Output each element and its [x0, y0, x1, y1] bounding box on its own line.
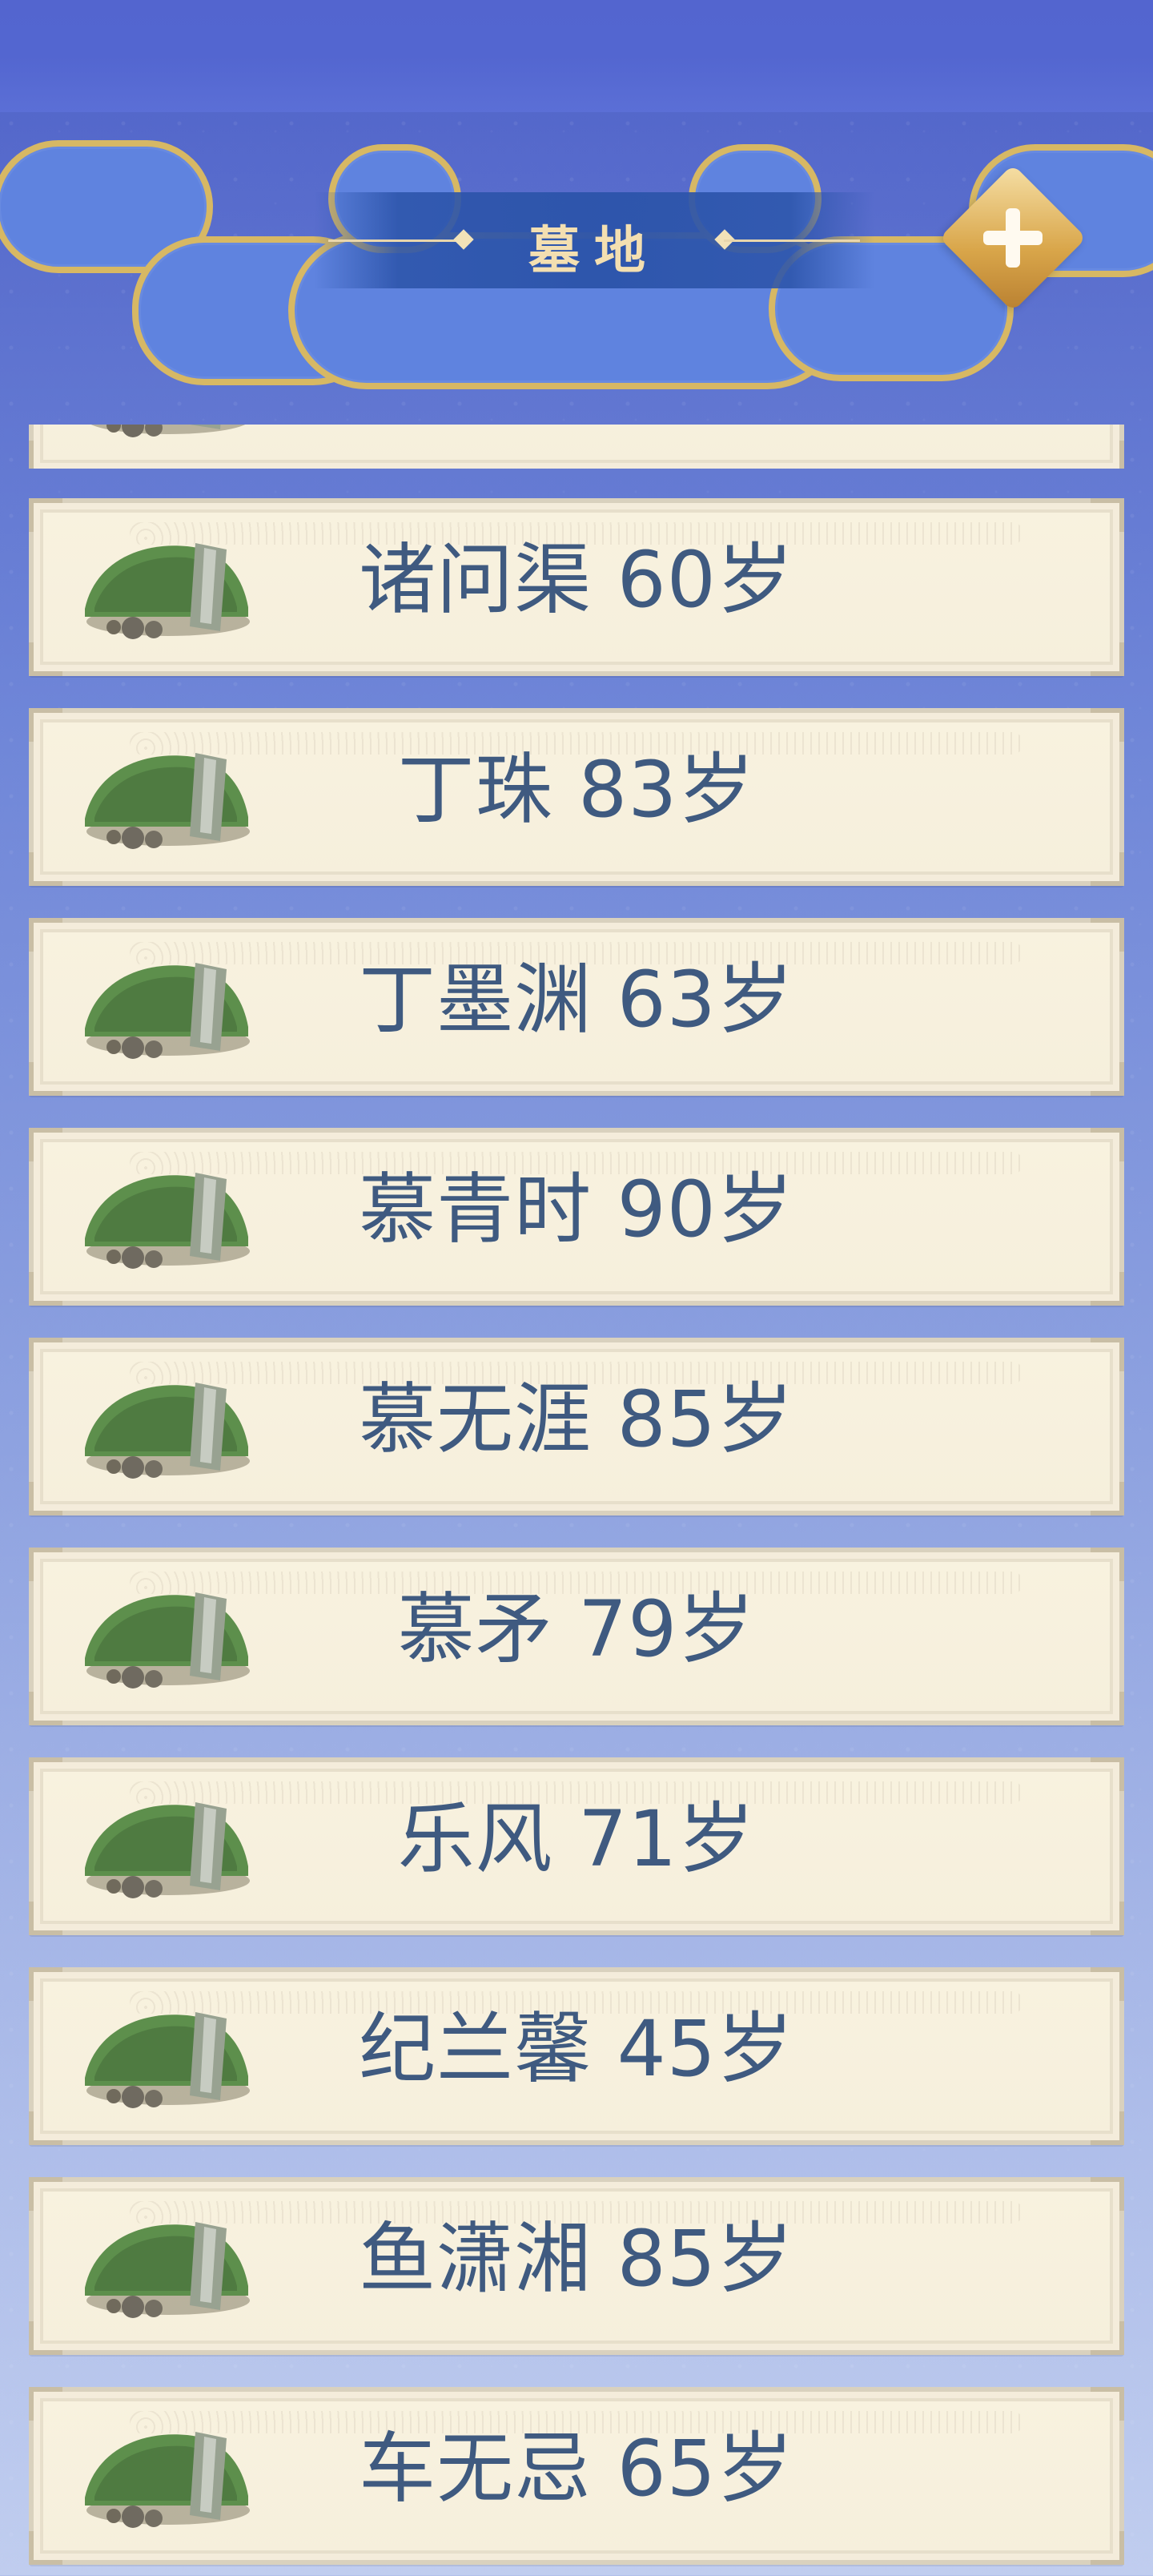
- grave-label: 丁墨渊 63岁: [359, 955, 794, 1044]
- grave-label: 鱼潇湘 85岁: [359, 2214, 794, 2304]
- corner-top-right: [1091, 1338, 1124, 1371]
- corner-bottom-left: [29, 2531, 62, 2565]
- corner-bottom-right: [1091, 852, 1124, 886]
- corner-top-left: [29, 1757, 62, 1791]
- title-line-right: [724, 239, 860, 242]
- corner-top-right: [1091, 498, 1124, 532]
- list-item[interactable]: 纪兰馨 45岁: [29, 1967, 1124, 2145]
- grave-label: 慕矛 79岁: [397, 1584, 756, 1674]
- corner-bottom-left: [29, 1062, 62, 1096]
- corner-bottom-left: [29, 1272, 62, 1306]
- grave-label: 慕青时 90岁: [359, 1165, 794, 1254]
- list-item[interactable]: 鱼潇湘 85岁: [29, 2177, 1124, 2355]
- corner-bottom-left: [29, 2111, 62, 2145]
- list-item[interactable]: 慕青时 90岁: [29, 1128, 1124, 1306]
- list-item[interactable]: 车无忌 65岁: [29, 2387, 1124, 2565]
- list-item[interactable]: 丁珠 83岁: [29, 708, 1124, 886]
- corner-bottom-left: [29, 1692, 62, 1725]
- corner-top-left: [29, 1548, 62, 1581]
- corner-bottom-right: [1091, 642, 1124, 676]
- corner-top-left: [29, 2177, 62, 2211]
- corner-bottom-right: [1091, 2531, 1124, 2565]
- list-item[interactable]: 诸问渠 60岁: [29, 498, 1124, 676]
- corner-bottom-left: [29, 1902, 62, 1935]
- corner-top-right: [1091, 1548, 1124, 1581]
- list-item[interactable]: 丁墨渊 63岁: [29, 918, 1124, 1096]
- corner-bottom-left: [29, 852, 62, 886]
- tomb-icon: [90, 425, 246, 437]
- grave-label: 纪兰馨 45岁: [359, 2004, 794, 2094]
- corner-bottom-left: [29, 1482, 62, 1515]
- corner-bottom-right: [1091, 2321, 1124, 2355]
- corner-bottom-left: [29, 441, 62, 469]
- corner-bottom-left: [29, 642, 62, 676]
- corner-bottom-left: [29, 2321, 62, 2355]
- corner-top-right: [1091, 918, 1124, 952]
- partial-card: [29, 425, 1124, 469]
- list-item[interactable]: 慕无涯 85岁: [29, 1338, 1124, 1515]
- grave-label: 丁珠 83岁: [397, 745, 756, 835]
- corner-top-right: [1091, 2177, 1124, 2211]
- corner-top-left: [29, 1128, 62, 1161]
- corner-top-left: [29, 498, 62, 532]
- grave-label: 乐风 71岁: [397, 1794, 756, 1884]
- corner-bottom-right: [1091, 1692, 1124, 1725]
- corner-bottom-right: [1091, 441, 1124, 469]
- corner-top-left: [29, 708, 62, 742]
- grave-label: 诸问渠 60岁: [359, 535, 794, 625]
- close-button[interactable]: ×: [939, 164, 1087, 312]
- corner-top-right: [1091, 1967, 1124, 2001]
- title-plaque: 墓地: [314, 192, 874, 288]
- header: 墓地 ×: [0, 0, 1153, 417]
- corner-top-left: [29, 1967, 62, 2001]
- corner-top-left: [29, 918, 62, 952]
- partial-list-item: [29, 425, 1124, 469]
- header-band: [0, 0, 1153, 112]
- corner-top-left: [29, 1338, 62, 1371]
- corner-bottom-right: [1091, 1272, 1124, 1306]
- corner-top-right: [1091, 1757, 1124, 1791]
- grave-label: 车无忌 65岁: [359, 2424, 794, 2514]
- grave-label: 慕无涯 85岁: [359, 1375, 794, 1464]
- corner-bottom-right: [1091, 2111, 1124, 2145]
- corner-bottom-right: [1091, 1902, 1124, 1935]
- list-item[interactable]: 乐风 71岁: [29, 1757, 1124, 1935]
- corner-top-right: [1091, 1128, 1124, 1161]
- page-title: 墓地: [528, 222, 660, 281]
- corner-bottom-right: [1091, 1482, 1124, 1515]
- corner-top-left: [29, 2387, 62, 2421]
- corner-top-right: [1091, 708, 1124, 742]
- corner-top-right: [1091, 2387, 1124, 2421]
- list-item[interactable]: 慕矛 79岁: [29, 1548, 1124, 1725]
- corner-bottom-right: [1091, 1062, 1124, 1096]
